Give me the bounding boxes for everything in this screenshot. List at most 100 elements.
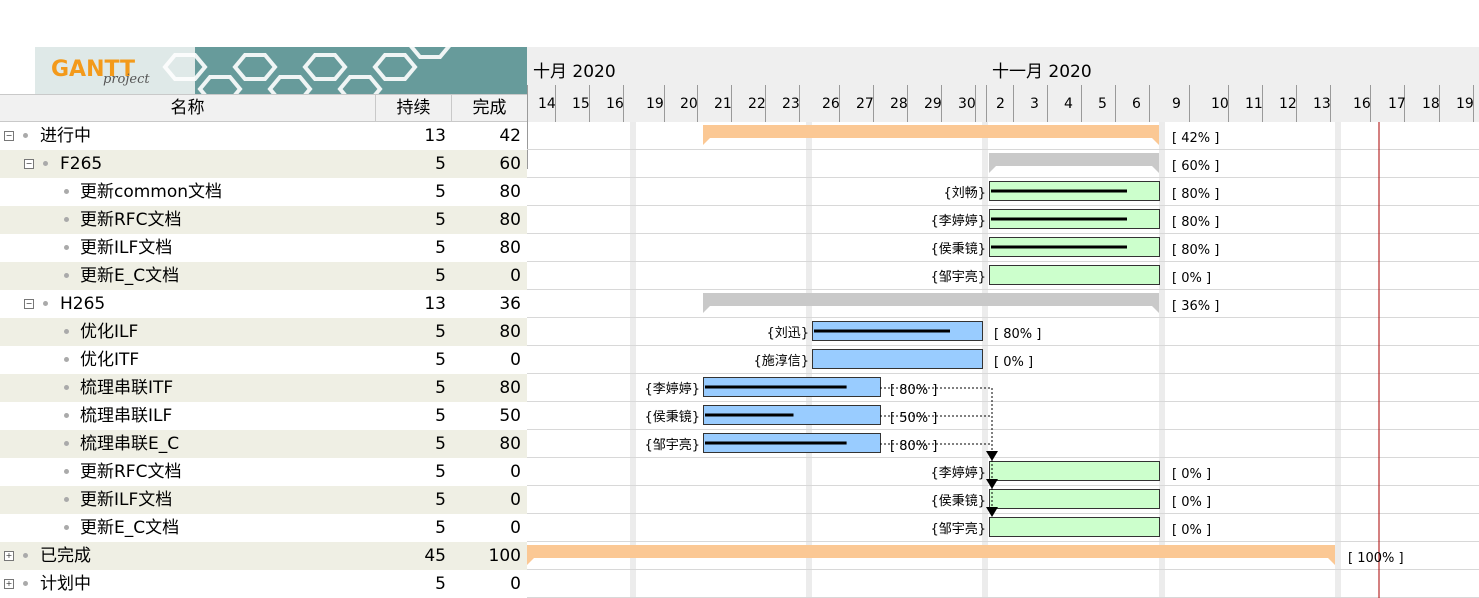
- day-tick: [1149, 85, 1150, 122]
- day-label: 26: [822, 96, 840, 112]
- task-bullet-icon: [23, 581, 28, 586]
- progress-label: [ 0% ]: [1172, 523, 1211, 538]
- resource-label: {刘畅}: [943, 186, 986, 201]
- resource-label: {施淳信}: [753, 353, 809, 369]
- task-row[interactable]: 梳理串联ILF 5 50: [0, 402, 527, 430]
- summary-bar[interactable]: [527, 545, 1335, 558]
- task-complete: 0: [510, 266, 521, 286]
- task-row[interactable]: 更新E_C文档 5 0: [0, 514, 527, 542]
- task-name: 更新common文档: [80, 182, 223, 202]
- day-label: 6: [1132, 96, 1141, 112]
- weekend-stripe: [630, 122, 636, 598]
- progress-label: [ 80% ]: [890, 383, 937, 398]
- task-bullet-icon: [43, 301, 48, 306]
- task-name: 梳理串联E_C: [80, 434, 180, 454]
- day-label: 12: [1279, 96, 1297, 112]
- summary-bar-right-cap: [1152, 306, 1159, 313]
- day-label: 11: [1245, 96, 1263, 112]
- task-row[interactable]: 梳理串联E_C 5 80: [0, 430, 527, 458]
- task-duration: 5: [435, 154, 446, 174]
- summary-bar[interactable]: [989, 153, 1159, 166]
- task-tree-panel: GANTT project 名称 持续 完成 − 进行中 13 42 − F26…: [0, 0, 527, 598]
- gantt-chart-panel: 十月 2020 十一月 2020 14 15 16 19 20 21 22 23 26 27 28 29 3…: [527, 0, 1479, 598]
- day-label: 20: [680, 96, 698, 112]
- task-bar[interactable]: [989, 489, 1160, 509]
- day-label: 14: [538, 96, 556, 112]
- task-duration: 5: [435, 518, 446, 538]
- task-row[interactable]: 更新RFC文档 5 80: [0, 206, 527, 234]
- task-duration: 5: [435, 182, 446, 202]
- day-label: 28: [890, 96, 908, 112]
- task-name: 更新RFC文档: [80, 210, 182, 230]
- summary-bar-left-cap: [703, 306, 710, 313]
- day-tick: [664, 85, 665, 122]
- task-row[interactable]: 优化ITF 5 0: [0, 346, 527, 374]
- task-duration: 5: [435, 238, 446, 258]
- collapse-icon[interactable]: −: [24, 299, 34, 309]
- day-label: 19: [646, 96, 664, 112]
- task-complete: 80: [499, 434, 521, 454]
- task-complete: 50: [499, 406, 521, 426]
- day-label: 5: [1098, 96, 1107, 112]
- day-tick: [986, 85, 987, 122]
- gantt-chart-area[interactable]: [ 42% ] [ 60% ] {刘畅} [ 80% ] {李婷婷} [ 80% ] {侯秉…: [527, 122, 1479, 598]
- expand-icon[interactable]: +: [4, 551, 14, 561]
- task-row[interactable]: 梳理串联ITF 5 80: [0, 374, 527, 402]
- task-complete: 0: [510, 574, 521, 594]
- ganttproject-logo: GANTT project: [35, 47, 527, 94]
- task-bullet-icon: [64, 469, 69, 474]
- day-label: 3: [1030, 96, 1039, 112]
- task-row[interactable]: − H265 13 36: [0, 290, 527, 318]
- column-complete-header[interactable]: 完成: [452, 95, 527, 121]
- task-duration: 5: [435, 378, 446, 398]
- collapse-icon[interactable]: −: [24, 159, 34, 169]
- task-name: 更新ILF文档: [80, 490, 173, 510]
- resource-label: {邹宇亮}: [930, 521, 986, 537]
- day-tick: [1013, 85, 1014, 122]
- task-bar[interactable]: [989, 461, 1160, 481]
- column-name-header[interactable]: 名称: [0, 95, 376, 121]
- summary-bar[interactable]: [703, 293, 1159, 306]
- day-tick: [1189, 85, 1190, 122]
- collapse-icon[interactable]: −: [4, 131, 14, 141]
- task-bar[interactable]: [989, 265, 1160, 285]
- task-row[interactable]: 更新ILF文档 5 80: [0, 234, 527, 262]
- task-duration: 5: [435, 210, 446, 230]
- task-row[interactable]: − 进行中 13 42: [0, 122, 527, 150]
- expand-icon[interactable]: +: [4, 579, 14, 589]
- task-complete: 80: [499, 378, 521, 398]
- day-label: 16: [1353, 96, 1371, 112]
- task-bullet-icon: [23, 133, 28, 138]
- task-name: 优化ITF: [80, 350, 140, 370]
- column-header: 名称 持续 完成: [0, 94, 527, 122]
- task-name: 计划中: [40, 574, 91, 594]
- task-row[interactable]: + 已完成 45 100: [0, 542, 527, 570]
- day-tick: [1047, 85, 1048, 122]
- task-row[interactable]: 更新RFC文档 5 0: [0, 458, 527, 486]
- progress-label: [ 60% ]: [1172, 159, 1219, 174]
- day-label: 17: [1388, 96, 1406, 112]
- task-row[interactable]: 更新ILF文档 5 0: [0, 486, 527, 514]
- day-label: 29: [924, 96, 942, 112]
- month-label: 十月 2020: [533, 62, 616, 82]
- task-bar[interactable]: [812, 349, 983, 369]
- task-bar[interactable]: [989, 517, 1160, 537]
- task-row[interactable]: 优化ILF 5 80: [0, 318, 527, 346]
- day-label: 15: [572, 96, 590, 112]
- task-name: 更新RFC文档: [80, 462, 182, 482]
- task-row[interactable]: 更新common文档 5 80: [0, 178, 527, 206]
- column-duration-header[interactable]: 持续: [376, 95, 452, 121]
- progress-label: [ 100% ]: [1348, 551, 1404, 566]
- task-complete: 80: [499, 238, 521, 258]
- task-bullet-icon: [64, 217, 69, 222]
- progress-label: [ 0% ]: [994, 355, 1033, 370]
- weekend-stripe: [1335, 122, 1341, 598]
- timeline-header: 十月 2020 十一月 2020 14 15 16 19 20 21 22 23 26 27 28 29 3…: [527, 47, 1479, 169]
- task-row[interactable]: 更新E_C文档 5 0: [0, 262, 527, 290]
- task-row[interactable]: + 计划中 5 0: [0, 570, 527, 598]
- task-complete: 0: [510, 462, 521, 482]
- task-row[interactable]: − F265 5 60: [0, 150, 527, 178]
- day-label: 16: [606, 96, 624, 112]
- day-label: 18: [1422, 96, 1440, 112]
- summary-bar[interactable]: [703, 125, 1159, 138]
